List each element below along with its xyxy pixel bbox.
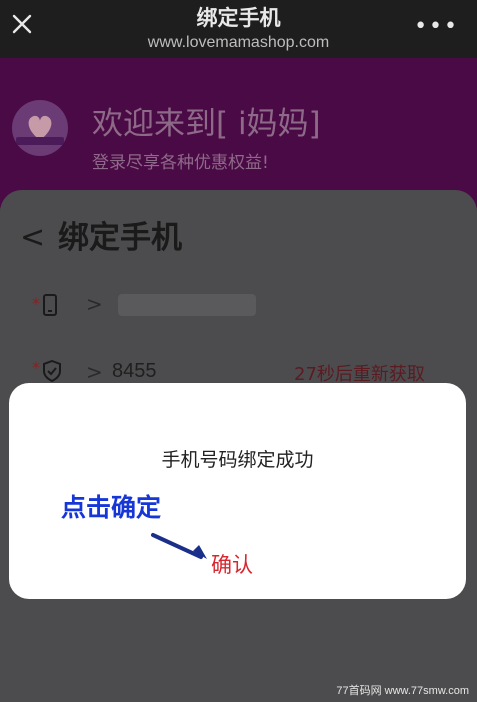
top-bar: 绑定手机 www.lovemamashop.com •••: [0, 0, 477, 58]
page-url: www.lovemamashop.com: [147, 34, 330, 51]
welcome-heading: 欢迎来到[ i妈妈]: [92, 106, 321, 142]
heart-logo-icon: [28, 115, 52, 140]
success-dialog: 手机号码绑定成功 点击确定 确认: [9, 383, 466, 599]
page-title: 绑定手机: [196, 6, 281, 30]
required-mark: *: [32, 358, 40, 377]
success-message: 手机号码绑定成功: [161, 449, 314, 471]
confirm-button[interactable]: 确认: [211, 549, 253, 579]
shield-check-icon: [43, 360, 61, 382]
app-logo: [12, 100, 68, 156]
required-mark: *: [32, 294, 40, 313]
tap-confirm-annotation: 点击确定: [61, 493, 162, 522]
chevron-right-icon: >: [86, 292, 103, 316]
form-heading: 绑定手机: [58, 220, 182, 256]
logo-text: [16, 137, 64, 145]
phone-icon: [43, 294, 57, 316]
verification-code-field[interactable]: 8455: [112, 360, 157, 383]
phone-number-field[interactable]: [118, 294, 256, 316]
more-menu-icon[interactable]: •••: [414, 14, 459, 39]
back-icon[interactable]: <: [20, 220, 45, 255]
welcome-subtitle: 登录尽享各种优惠权益!: [92, 153, 269, 173]
watermark: 77首码网 www.77smw.com: [336, 685, 469, 697]
welcome-banner: 欢迎来到[ i妈妈] 登录尽享各种优惠权益!: [0, 58, 477, 208]
arrow-annotation-icon: [151, 533, 207, 559]
chevron-right-icon: >: [86, 360, 103, 384]
